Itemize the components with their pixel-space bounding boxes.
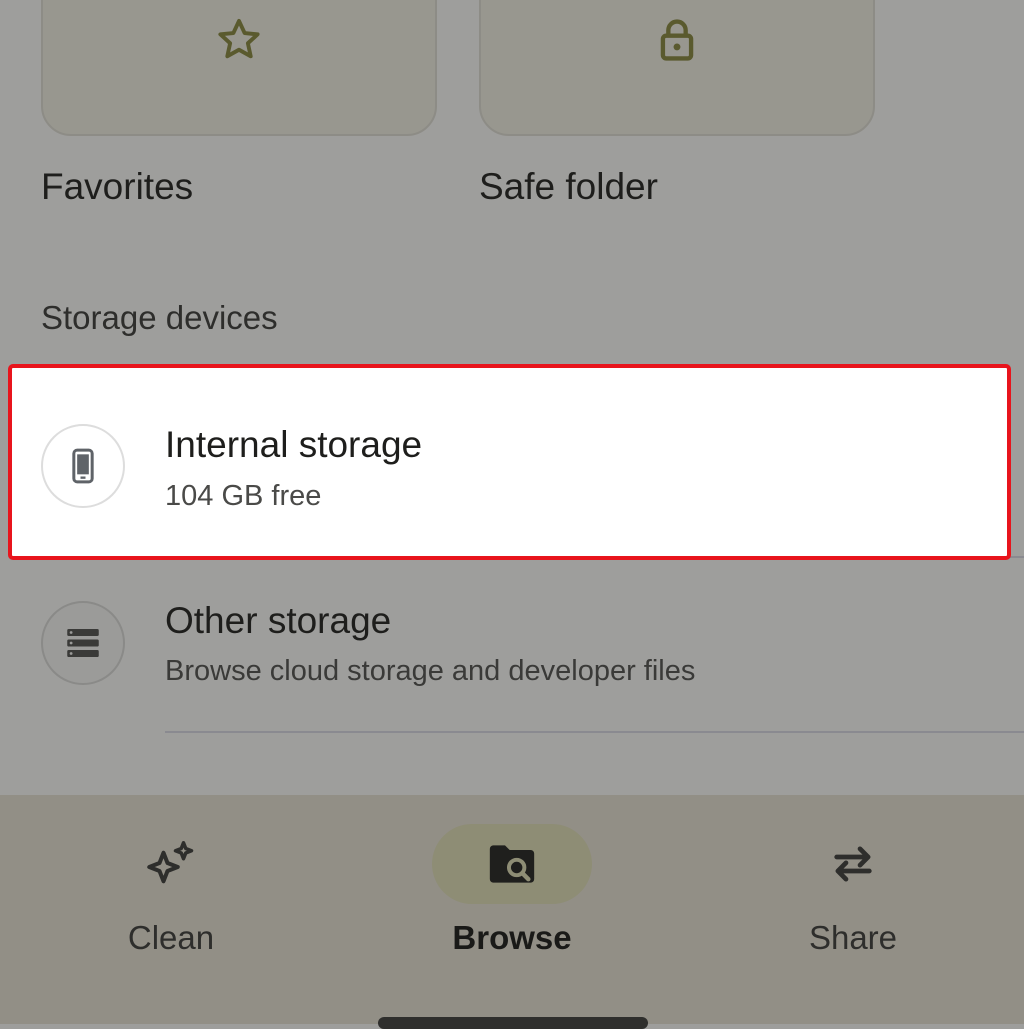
nav-browse-label: Browse bbox=[452, 919, 572, 956]
other-storage-icon-container bbox=[41, 601, 125, 685]
bottom-navigation-bar: Clean Browse Share bbox=[0, 795, 1024, 1024]
nav-clean[interactable]: Clean bbox=[21, 795, 321, 995]
internal-storage-icon-container bbox=[41, 424, 125, 508]
safe-folder-label[interactable]: Safe folder bbox=[479, 166, 658, 208]
favorites-card[interactable] bbox=[41, 0, 437, 136]
nav-browse[interactable]: Browse bbox=[362, 795, 662, 995]
gesture-navigation-bar[interactable] bbox=[378, 1017, 648, 1029]
folder-search-icon bbox=[489, 845, 535, 883]
internal-storage-item[interactable]: Internal storage 104 GB free bbox=[8, 364, 1011, 560]
swap-arrows-icon bbox=[834, 846, 872, 882]
other-storage-description: Browse cloud storage and developer files bbox=[165, 655, 696, 687]
divider bbox=[165, 731, 1024, 733]
internal-storage-free-space: 104 GB free bbox=[165, 480, 322, 512]
nav-clean-label: Clean bbox=[127, 919, 215, 956]
nav-share[interactable]: Share bbox=[703, 795, 1003, 995]
storage-list-icon bbox=[67, 629, 99, 657]
storage-devices-heading: Storage devices bbox=[41, 299, 278, 336]
other-storage-item[interactable]: Other storage Browse cloud storage and d… bbox=[0, 560, 1024, 732]
nav-share-label: Share bbox=[808, 919, 898, 956]
phone-icon bbox=[72, 448, 94, 484]
other-storage-title: Other storage bbox=[165, 600, 392, 641]
sparkle-icon bbox=[147, 841, 194, 884]
internal-storage-title: Internal storage bbox=[165, 424, 423, 465]
lock-icon bbox=[660, 19, 694, 61]
safe-folder-card[interactable] bbox=[479, 0, 875, 136]
favorites-label[interactable]: Favorites bbox=[41, 166, 193, 208]
star-icon bbox=[218, 18, 260, 59]
